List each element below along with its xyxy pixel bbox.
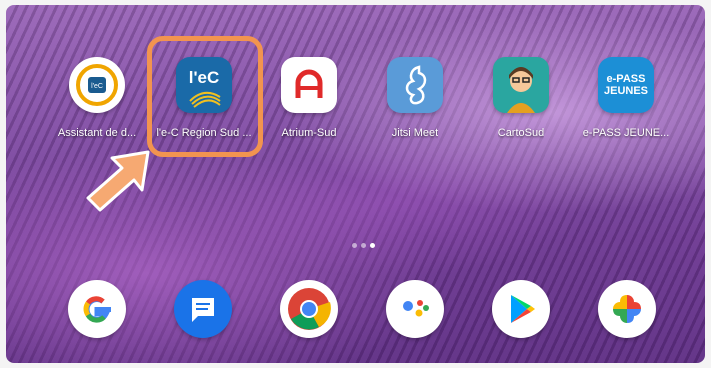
messages-app-icon[interactable]	[174, 280, 232, 338]
play-store-app-icon[interactable]	[492, 280, 550, 338]
epass-icon-text-line2: JEUNES	[603, 85, 649, 97]
page-dot-active	[370, 243, 375, 248]
app-atrium-sud[interactable]: Atrium-Sud	[249, 57, 369, 139]
photos-app-icon[interactable]	[598, 280, 656, 338]
screenshot-frame: l'eC Assistant de d... l'eC l'e-C Region…	[0, 0, 711, 368]
svg-text:l'eC: l'eC	[91, 83, 103, 90]
page-dot	[352, 243, 357, 248]
assistant-app-icon: l'eC	[69, 57, 125, 113]
pointer-arrow-icon	[86, 150, 150, 212]
highlight-box	[147, 36, 263, 157]
app-assistant[interactable]: l'eC Assistant de d...	[37, 57, 157, 139]
epass-icon-text-line1: e-PASS	[606, 73, 646, 85]
photos-icon	[613, 295, 641, 323]
cartosud-icon	[493, 57, 549, 113]
page-dot	[361, 243, 366, 248]
app-label: Atrium-Sud	[281, 127, 337, 139]
messages-icon	[192, 298, 214, 322]
play-store-icon	[511, 295, 535, 323]
chrome-app-icon[interactable]	[280, 280, 338, 338]
app-cartosud[interactable]: CartoSud	[461, 57, 581, 139]
jitsi-meet-icon	[387, 57, 443, 113]
app-jitsi-meet[interactable]: Jitsi Meet	[355, 57, 475, 139]
google-icon	[83, 296, 111, 323]
chrome-icon	[288, 288, 331, 330]
app-label: Jitsi Meet	[391, 127, 439, 139]
atrium-sud-icon	[281, 57, 337, 113]
app-label: CartoSud	[497, 127, 545, 139]
assistant-icon	[403, 300, 429, 317]
page-indicator	[352, 243, 375, 248]
google-app-icon[interactable]	[68, 280, 126, 338]
google-assistant-app-icon[interactable]	[386, 280, 444, 338]
app-epass-jeunes[interactable]: e-PASS JEUNES e-PASS JEUNE...	[566, 57, 686, 139]
app-label: e-PASS JEUNE...	[582, 127, 670, 139]
app-label: Assistant de d...	[57, 127, 137, 139]
epass-jeunes-icon: e-PASS JEUNES	[598, 57, 654, 113]
